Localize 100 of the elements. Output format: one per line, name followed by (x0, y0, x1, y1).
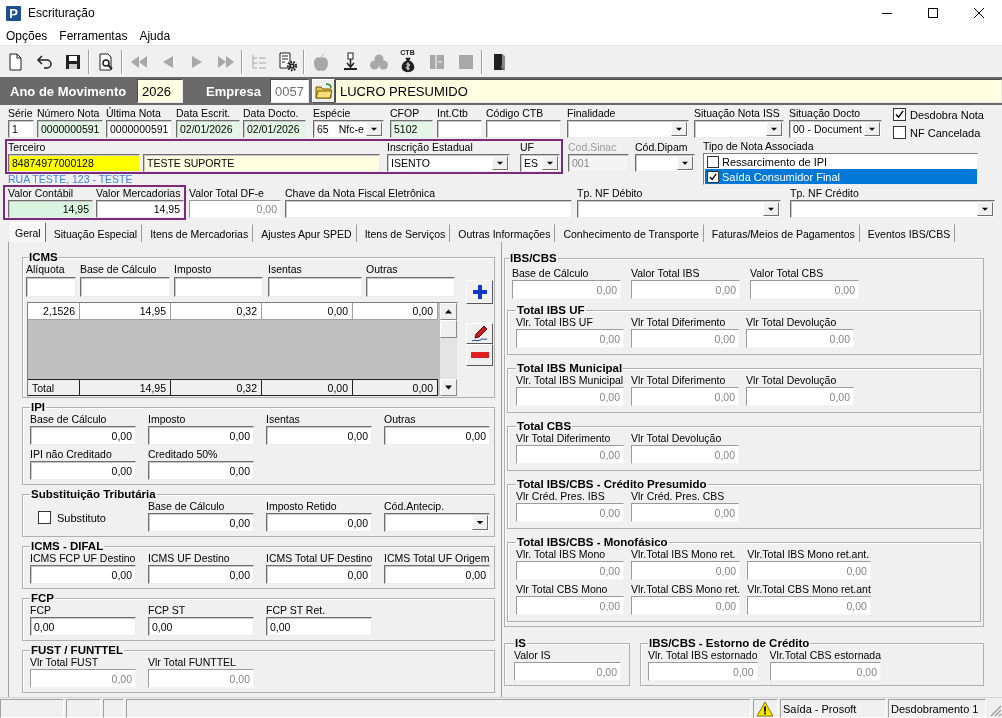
checkbox-label[interactable]: Desdobra Nota (910, 108, 984, 121)
caret-icon[interactable] (677, 156, 693, 170)
input-field[interactable]: 0,00 (514, 662, 621, 681)
checkbox[interactable] (707, 155, 719, 168)
caret-icon[interactable] (542, 156, 558, 170)
input-field[interactable]: 0,00 (148, 669, 254, 688)
input-field[interactable]: 0,00 (189, 200, 281, 218)
tab[interactable]: Eventos IBS/CBS (862, 224, 956, 242)
input-field[interactable]: 0,00 (516, 445, 624, 464)
input-field[interactable] (268, 277, 362, 297)
scroll-up-icon[interactable] (440, 303, 457, 320)
input-field[interactable]: 0,00 (631, 503, 739, 522)
input-field[interactable]: 0,00 (631, 445, 739, 464)
input-field[interactable]: 0,00 (631, 329, 739, 348)
input-field[interactable]: 0,00 (266, 426, 372, 445)
list-item[interactable]: Saída Consumidor Final (705, 169, 977, 184)
input-field[interactable]: 0,00 (30, 461, 136, 480)
input-field[interactable]: 0,00 (516, 503, 624, 522)
add-button[interactable] (466, 280, 493, 304)
checkbox[interactable] (893, 108, 906, 121)
input-field[interactable]: 0,00 (631, 561, 741, 580)
dropdown-field[interactable] (694, 120, 784, 138)
tab[interactable]: Situação Especial (48, 224, 143, 242)
input-field[interactable] (486, 120, 561, 138)
input-field[interactable]: 14,95 (96, 200, 184, 218)
caret-icon[interactable] (671, 122, 687, 136)
input-field[interactable]: 0,00 (30, 565, 136, 584)
input-field[interactable]: 0,00 (148, 461, 254, 480)
input-field[interactable]: 0,00 (30, 426, 136, 445)
input-field[interactable]: TESTE SUPORTE (143, 154, 380, 172)
input-field[interactable]: 1 (8, 120, 34, 138)
caret-icon[interactable] (492, 156, 508, 170)
input-field[interactable]: LUCRO PRESUMIDO (335, 79, 1002, 103)
input-field[interactable]: 0,00 (769, 662, 882, 681)
input-field[interactable]: 0,00 (266, 513, 372, 532)
input-field[interactable] (26, 277, 76, 297)
list-item[interactable]: Ressarcimento de IPI (705, 154, 977, 169)
input-field[interactable]: 0,00 (631, 280, 740, 299)
checkbox[interactable] (707, 170, 719, 183)
scroll-thumb[interactable] (440, 320, 457, 338)
edit-button[interactable] (466, 323, 493, 344)
checkbox-label[interactable]: NF Cancelada (910, 126, 981, 139)
dropdown-field[interactable]: ES (520, 154, 560, 172)
input-field[interactable] (437, 120, 482, 138)
caret-icon[interactable] (763, 202, 779, 216)
input-field[interactable]: 0,00 (750, 280, 859, 299)
input-field[interactable]: 0,00 (747, 596, 871, 615)
input-field[interactable] (366, 277, 455, 297)
dropdown-field[interactable] (577, 200, 781, 218)
input-field[interactable]: 0,00 (148, 426, 254, 445)
document-gear-icon[interactable] (277, 51, 298, 72)
input-field[interactable]: 0,00 (30, 617, 136, 636)
dropdown-field[interactable] (567, 120, 689, 138)
vertical-scrollbar[interactable] (440, 303, 457, 396)
caret-icon[interactable] (977, 202, 993, 216)
input-field[interactable]: 0,00 (266, 617, 372, 636)
input-field[interactable]: 0057 (270, 79, 309, 103)
input-field[interactable]: 84874977000128 (8, 154, 140, 172)
input-field[interactable]: 0,00 (266, 565, 372, 584)
input-field[interactable]: 0,00 (516, 329, 624, 348)
tab[interactable]: Faturas/Meios de Pagamentos (706, 224, 860, 242)
input-field[interactable] (285, 200, 572, 218)
dropdown-field[interactable] (635, 154, 695, 172)
input-field[interactable]: 14,95 (8, 200, 93, 218)
input-field[interactable]: 0,00 (148, 513, 254, 532)
caret-icon[interactable] (766, 122, 782, 136)
tab[interactable]: Conhecimento de Transporte (558, 224, 704, 242)
dropdown-field[interactable]: 00 - Document (789, 120, 882, 138)
input-field[interactable]: 0,00 (746, 387, 854, 406)
input-field[interactable]: 2026 (137, 79, 183, 103)
tab[interactable]: Geral (10, 222, 46, 242)
input-field[interactable]: 0,00 (512, 280, 621, 299)
scroll-down-icon[interactable] (440, 379, 457, 396)
menu-item[interactable]: Ajuda (133, 26, 177, 45)
input-field[interactable]: 0,00 (148, 617, 254, 636)
input-field[interactable]: 0,00 (384, 426, 490, 445)
input-field[interactable]: 0,00 (746, 329, 854, 348)
menu-item[interactable]: Ferramentas (53, 26, 134, 45)
input-field[interactable]: 0000000591 (106, 120, 172, 138)
input-field[interactable] (174, 277, 263, 297)
menu-item[interactable]: Opções (0, 26, 54, 45)
tab[interactable]: Outras Informações (453, 224, 556, 242)
input-field[interactable]: 5102 (390, 120, 433, 138)
caret-icon[interactable] (366, 122, 382, 136)
caret-icon[interactable] (472, 515, 488, 530)
input-field[interactable]: 0,00 (516, 387, 624, 406)
input-field[interactable]: 0,00 (648, 662, 758, 681)
tab[interactable]: Itens de Serviços (359, 224, 451, 242)
checkbox-label[interactable]: Substituto (57, 511, 106, 524)
input-field[interactable]: 02/01/2026 (243, 120, 306, 138)
resize-grip-icon[interactable] (988, 703, 1002, 717)
checkbox[interactable] (893, 126, 906, 139)
remove-button[interactable] (466, 344, 493, 366)
dropdown-field[interactable]: 65 Nfc-e (313, 120, 384, 138)
input-field[interactable]: 0000000591 (37, 120, 103, 138)
input-field[interactable]: 0,00 (631, 596, 741, 615)
caret-icon[interactable] (864, 122, 880, 136)
input-field[interactable]: 0,00 (148, 565, 254, 584)
checkbox[interactable] (38, 511, 51, 524)
dropdown-field[interactable]: ISENTO (387, 154, 510, 172)
